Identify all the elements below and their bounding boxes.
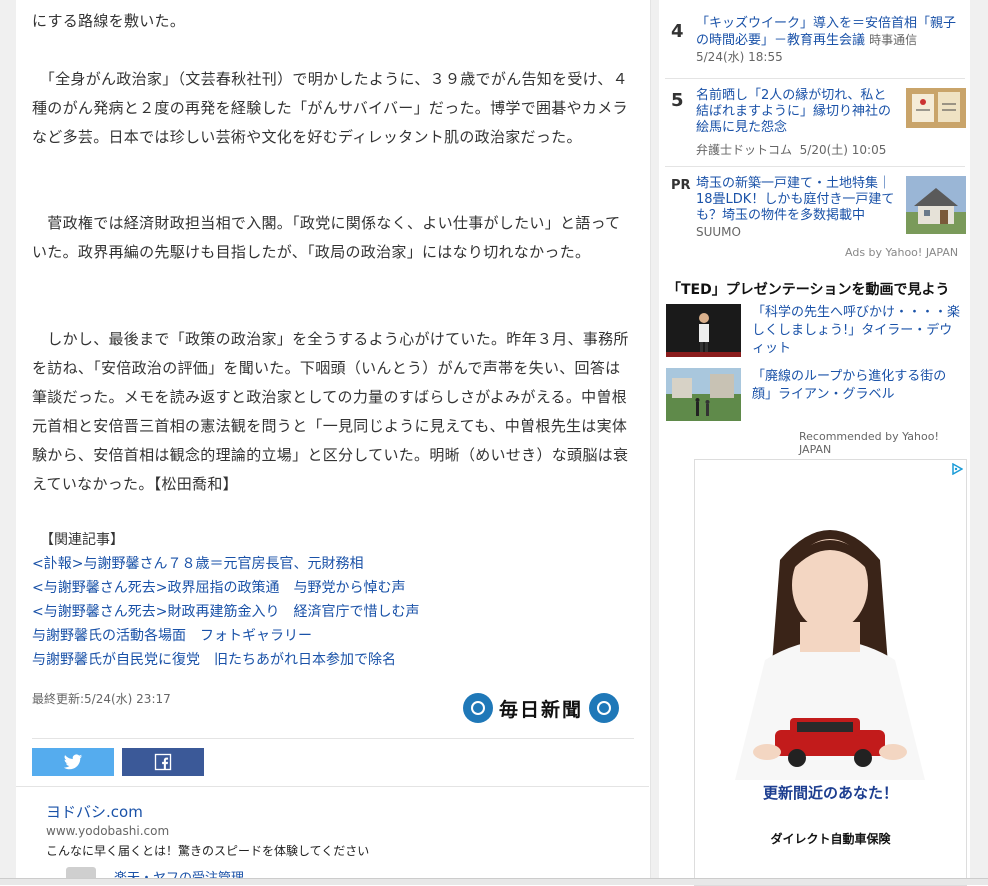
pr-label: PR	[671, 178, 691, 193]
twitter-icon	[63, 754, 83, 770]
related-articles: 【関連記事】 <訃報>与謝野馨さん７８歳＝元官房長官、元財務相 <与謝野馨さん死…	[32, 528, 632, 672]
banner-headline[interactable]: 更新間近のあなた！	[695, 782, 966, 803]
rank-text-block: 名前晒し「2人の縁が切れ、私と結ばれますように」縁切り神社の絵馬に見た怨念 弁護…	[696, 88, 892, 158]
pr-text-block: 埼玉の新築一戸建て・土地特集｜18畳LDK！しかも庭付き一戸建ても？埼玉の物件を…	[696, 176, 896, 240]
rank-title[interactable]: 名前晒し「2人の縁が切れ、私と結ばれますように」縁切り神社の絵馬に見た怨念	[696, 88, 892, 136]
ted-talk-thumbnail[interactable]	[666, 368, 741, 421]
related-link[interactable]: <与謝野馨さん死去>財政再建筋金入り 経済官庁で惜しむ声	[32, 600, 632, 624]
related-link[interactable]: 与謝野馨氏が自民党に復党 旧たちあがれ日本参加で除名	[32, 648, 632, 672]
ema-thumbnail-image[interactable]	[906, 88, 966, 128]
house-thumbnail-image[interactable]	[906, 176, 966, 234]
facebook-icon	[154, 753, 172, 771]
related-link[interactable]: 与謝野馨氏の活動各場面 フォトギャラリー	[32, 624, 632, 648]
divider	[665, 78, 965, 79]
mainichi-logo[interactable]: 毎日新聞	[463, 690, 620, 726]
related-link[interactable]: <訃報>与謝野馨さん７８歳＝元官房長官、元財務相	[32, 552, 632, 576]
ad-description: こんなに早く届くとは！驚きのスピードを体験してください	[46, 844, 370, 858]
column-gap	[651, 0, 659, 884]
article-column: にする路線を敷いた。 「全身がん政治家」（文芸春秋社刊）で明かしたように、３９歳…	[16, 0, 651, 886]
rank-source: 弁護士ドットコム	[696, 143, 793, 157]
twitter-share-button[interactable]	[32, 748, 114, 776]
ted-talk-thumbnail[interactable]	[666, 304, 741, 357]
rank-number: 5	[671, 90, 684, 111]
model-with-car-image	[735, 530, 925, 780]
ted-section-title: 「TED」プレゼンテーションを動画で見よう	[667, 282, 950, 298]
ads-by-label[interactable]: Ads by Yahoo! JAPAN	[845, 246, 958, 259]
rank-time: 5/20(土) 10:05	[799, 143, 887, 157]
related-link[interactable]: <与謝野馨さん死去>政界屈指の政策通 与野党から悼む声	[32, 576, 632, 600]
article-paragraph: 菅政権では経済財政担当相で入閣。「政党に関係なく、よい仕事がしたい」と語っていた…	[32, 214, 621, 261]
rank-source: 時事通信	[869, 33, 918, 47]
page-gutter-right	[970, 0, 988, 884]
mainichi-mark-icon	[463, 693, 493, 723]
divider	[665, 166, 965, 167]
rank-text-block: 「キッズウイーク」導入を＝安倍首相「親子の時間必要」－教育再生会議 時事通信 5…	[696, 16, 961, 66]
rank-time: 5/24(水) 18:55	[696, 50, 783, 64]
mainichi-mark-icon	[589, 693, 620, 723]
related-heading: 【関連記事】	[40, 532, 124, 548]
article-paragraph: 「全身がん政治家」（文芸春秋社刊）で明かしたように、３９歳でがん告知を受け、４種…	[32, 70, 628, 146]
adchoices-icon[interactable]	[951, 463, 963, 475]
divider	[32, 738, 634, 739]
ad-url: www.yodobashi.com	[46, 824, 170, 838]
pr-title[interactable]: 埼玉の新築一戸建て・土地特集｜18畳LDK！しかも庭付き一戸建ても？埼玉の物件を…	[696, 176, 896, 224]
page-gutter-left	[0, 0, 16, 884]
banner-company: ダイレクト自動車保険	[770, 832, 891, 846]
rank-meta: 弁護士ドットコム 5/20(土) 10:05	[696, 142, 892, 158]
mainichi-logo-text: 毎日新聞	[499, 698, 584, 721]
article-paragraph: にする路線を敷いた。	[32, 12, 186, 30]
rank-number: 4	[671, 21, 684, 42]
sidebar: 4 「キッズウイーク」導入を＝安倍首相「親子の時間必要」－教育再生会議 時事通信…	[659, 0, 970, 886]
pr-source: SUUMO	[696, 225, 741, 239]
insurance-banner-ad[interactable]: 更新間近のあなた！ ダイレクト自動車保険	[694, 459, 967, 886]
ad-title[interactable]: ヨドバシ.com	[46, 801, 143, 822]
article-paragraph: しかし、最後まで「政策の政治家」を全うするよう心がけていた。昨年３月、事務所を訪…	[32, 330, 629, 493]
recommended-by-label: Recommended by Yahoo! JAPAN	[799, 430, 939, 456]
ted-talk-title[interactable]: 「科学の先生へ呼びかけ・・・・楽しくしましょう!」タイラー・デウィット	[752, 304, 964, 358]
ted-talk-title[interactable]: 「廃線のループから進化する街の顔」ライアン・グラベル	[752, 368, 964, 404]
facebook-share-button[interactable]	[122, 748, 204, 776]
sponsored-ad[interactable]: ヨドバシ.com www.yodobashi.com こんなに早く届くとは！驚き…	[16, 786, 649, 886]
last-updated: 最終更新:5/24(水) 23:17	[32, 692, 171, 706]
